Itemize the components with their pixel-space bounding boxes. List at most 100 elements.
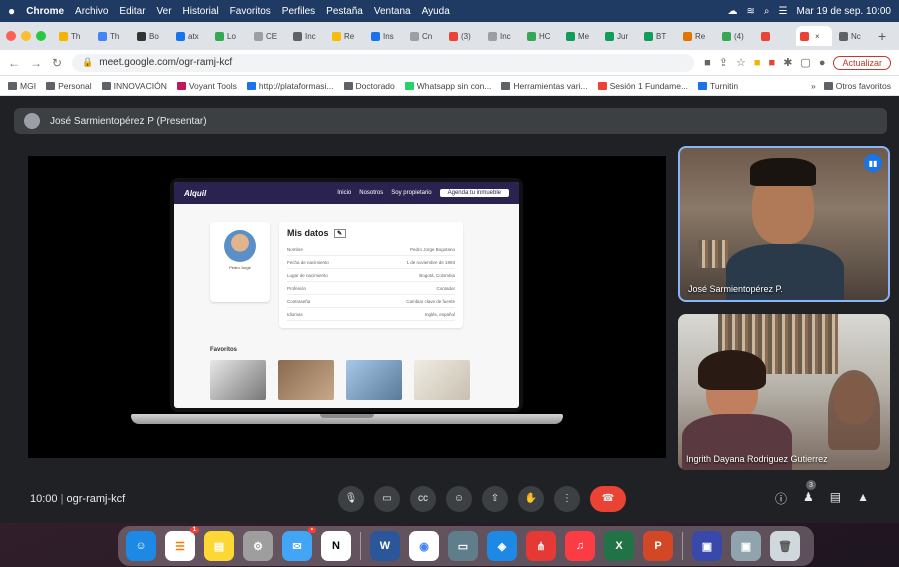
browser-tab[interactable]: Re	[328, 26, 364, 46]
new-tab-icon[interactable]: +	[878, 28, 886, 44]
camera-icon[interactable]: ■	[704, 57, 711, 69]
bookmark-item[interactable]: Turnitin	[698, 81, 738, 91]
more-options-icon[interactable]: ⋮	[554, 485, 580, 512]
update-button[interactable]: Actualizar	[833, 55, 891, 70]
excel-icon[interactable]: X	[604, 531, 634, 561]
trash-icon[interactable]: 🗑	[770, 531, 800, 561]
bookmark-star-icon[interactable]: ☆	[736, 56, 746, 69]
bookmark-item[interactable]: MGI	[8, 81, 36, 91]
browser-tab[interactable]: Bo	[133, 26, 169, 46]
browser-tab[interactable]: Th	[94, 26, 130, 46]
search-icon[interactable]: ⌕	[764, 6, 770, 17]
maximize-window-icon[interactable]	[36, 31, 46, 41]
browser-tab[interactable]: Ins	[367, 26, 403, 46]
bookmark-icon	[246, 81, 256, 90]
bookmark-item[interactable]: INNOVACIÓN	[101, 81, 167, 91]
bookmark-item[interactable]: Sesión 1 Fundame...	[597, 81, 688, 91]
browser-tab[interactable]: ×	[796, 26, 832, 46]
browser-tab[interactable]: HC	[523, 26, 559, 46]
back-icon[interactable]: ←	[8, 56, 20, 70]
chat-icon[interactable]: ▤	[830, 490, 841, 507]
settings-icon[interactable]: ⚙	[243, 531, 273, 561]
browser-tab[interactable]: Lo	[211, 26, 247, 46]
microphone-icon[interactable]: 🎙	[338, 485, 364, 512]
extension-icon[interactable]: ■	[769, 57, 776, 69]
puzzle-icon[interactable]: ✱	[783, 56, 792, 69]
browser-tab[interactable]: BT	[640, 26, 676, 46]
control-center-icon[interactable]: ☰	[779, 6, 788, 17]
menu-perfiles[interactable]: Perfiles	[282, 6, 315, 17]
share-icon[interactable]: ⇪	[719, 56, 728, 69]
reminders-icon[interactable]: ☰ 1	[165, 527, 199, 561]
bookmarks-overflow-icon[interactable]: »	[811, 81, 816, 91]
activities-icon[interactable]: ▲	[857, 490, 869, 507]
bookmark-item[interactable]: Personal	[46, 81, 92, 91]
participant-tile-jose[interactable]: ▮▮ José Sarmientopérez P.	[678, 146, 890, 302]
notion-icon[interactable]: N	[321, 531, 351, 561]
browser-tab[interactable]: Me	[562, 26, 598, 46]
raise-hand-icon[interactable]: ✋	[518, 485, 544, 512]
safari-icon[interactable]: ◈	[487, 531, 517, 561]
menu-ayuda[interactable]: Ayuda	[422, 6, 450, 17]
other-bookmarks[interactable]: Otros favoritos	[823, 81, 891, 91]
word-icon[interactable]: W	[370, 531, 400, 561]
participant-tile-ingrith[interactable]: Ingrith Dayana Rodriguez Gutierrez	[678, 314, 890, 470]
sidepanel-icon[interactable]: ▢	[800, 56, 810, 69]
bookmark-item[interactable]: Voyant Tools	[176, 81, 237, 91]
bookmark-item[interactable]: http://plataformasi...	[246, 81, 334, 91]
emoji-icon[interactable]: ☺	[446, 485, 472, 512]
menu-historial[interactable]: Historial	[183, 6, 219, 17]
browser-tab[interactable]: Nc	[835, 26, 871, 46]
minimize-window-icon[interactable]	[21, 31, 31, 41]
meeting-details-icon[interactable]: ⓘ	[775, 490, 787, 507]
notes-icon[interactable]: ▤	[204, 531, 234, 561]
browser-tab[interactable]: Jur	[601, 26, 637, 46]
apple-icon[interactable]: ●	[8, 4, 15, 18]
present-screen-icon[interactable]: ⇧	[482, 485, 508, 512]
browser-tab[interactable]: Cn	[406, 26, 442, 46]
captions-icon[interactable]: cc	[410, 485, 436, 512]
browser-tab[interactable]: (4)	[718, 26, 754, 46]
lock-icon[interactable]: 🔒	[82, 57, 93, 68]
powerpoint-icon[interactable]: P	[643, 531, 673, 561]
browser-tab[interactable]: atx	[172, 26, 208, 46]
browser-tab[interactable]	[757, 26, 793, 46]
downloads-icon[interactable]: ▣	[731, 531, 761, 561]
menu-archivo[interactable]: Archivo	[75, 6, 108, 17]
menu-clock[interactable]: Mar 19 de sep. 10:00	[796, 6, 891, 17]
browser-tab[interactable]: (3)	[445, 26, 481, 46]
mail-icon[interactable]: ✉ •	[282, 527, 316, 561]
bookmark-item[interactable]: Whatsapp sin con...	[404, 81, 491, 91]
menu-app-name[interactable]: Chrome	[26, 6, 64, 17]
reload-icon[interactable]: ↻	[52, 56, 62, 70]
finder-icon[interactable]: ☺	[126, 531, 156, 561]
preview-icon[interactable]: ▭	[448, 531, 478, 561]
browser-tab[interactable]: Inc	[289, 26, 325, 46]
forward-icon[interactable]: →	[30, 56, 42, 70]
cloud-icon[interactable]: ☁	[728, 6, 738, 17]
browser-tab[interactable]: CE	[250, 26, 286, 46]
app-icon[interactable]: ⋔	[526, 531, 556, 561]
menu-favoritos[interactable]: Favoritos	[230, 6, 271, 17]
camera-toggle-icon[interactable]: ▭	[374, 485, 400, 512]
bookmark-item[interactable]: Doctorado	[343, 81, 395, 91]
hang-up-button[interactable]: ☎	[590, 485, 626, 512]
menu-ventana[interactable]: Ventana	[374, 6, 411, 17]
menu-ver[interactable]: Ver	[157, 6, 172, 17]
close-window-icon[interactable]	[6, 31, 16, 41]
bookmark-item[interactable]: Herramientas vari...	[501, 81, 588, 91]
browser-tab[interactable]: Th	[55, 26, 91, 46]
browser-tab[interactable]: Re	[679, 26, 715, 46]
folder-icon[interactable]: ▣	[692, 531, 722, 561]
profile-icon[interactable]: ●	[819, 57, 826, 69]
menu-pestana[interactable]: Pestaña	[326, 6, 363, 17]
browser-tab[interactable]: Inc	[484, 26, 520, 46]
close-tab-icon[interactable]: ×	[815, 32, 820, 41]
extension-icon[interactable]: ■	[754, 57, 761, 69]
menu-editar[interactable]: Editar	[119, 6, 145, 17]
music-icon[interactable]: ♫	[565, 531, 595, 561]
url-field[interactable]: 🔒 meet.google.com/ogr-ramj-kcf	[72, 53, 695, 72]
wifi-icon[interactable]: ≋	[747, 6, 755, 17]
chrome-icon[interactable]: ◉	[409, 531, 439, 561]
people-icon[interactable]: 3 ♟	[803, 480, 816, 507]
